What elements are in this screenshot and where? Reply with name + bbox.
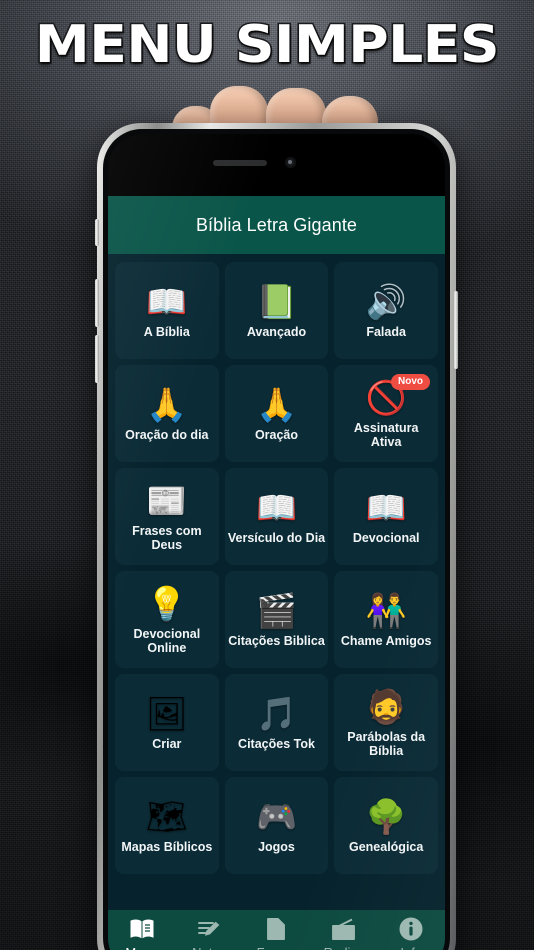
menu-tile-chame-amigos[interactable]: 👫 Chame Amigos [334,571,438,668]
note-edit-icon [196,916,222,942]
menu-tile-ora-o[interactable]: 🙏 Oração [224,365,329,462]
menu-tile-label: Chame Amigos [340,634,432,648]
new-badge: Novo [390,374,430,390]
menu-tile-criar[interactable]: 🖼 Criar [115,674,219,771]
menu-tile-label: Devocional [352,531,420,545]
green-book-icon: 📗 [255,283,298,320]
folded-hands-icon: 🙏 [255,386,298,423]
menu-tile-label: Frases com Deus [132,524,202,552]
family-tree-book-icon: 🌳 [365,798,407,835]
menu-tile-label: Criar [152,737,182,751]
menu-tile-falada[interactable]: 🔊 Falada [334,262,438,359]
menu-tile-label: Falada [366,325,406,339]
menu-tile-label: Citações Biblica [228,634,325,648]
menu-tile-assinatura-ativa[interactable]: Novo 🚫 Assinatura Ativa [334,365,438,462]
bottom-navigation: Menu Notas Frases Radios Info [108,910,445,950]
praying-person-icon: 🙏 [146,386,188,423]
devotional-book-icon: 📖 [365,489,407,526]
menu-tile-label: Parábolas da Bíblia [347,730,426,758]
book-lightbulb-icon: 💡 [146,585,188,622]
menu-tile-label: Genealógica [348,840,424,854]
front-camera-icon [284,157,296,168]
menu-tile-label: Mapas Bíblicos [121,840,213,854]
create-image-icon: 🖼 [145,695,188,732]
app-content: Bíblia Letra Gigante 📖 A Bíblia 📗 Avançado 🔊… [108,196,445,950]
jesus-icon: 🧔 [365,688,407,725]
menu-tile-label: Oração do dia [125,428,209,442]
phone-bezel: Bíblia Letra Gigante 📖 A Bíblia 📗 Avançado 🔊… [103,129,450,950]
menu-tile-label: Jogos [258,840,295,854]
menu-tile-label: Citações Tok [238,737,315,751]
nav-item-info[interactable]: Info [378,916,444,950]
menu-tile-cita-es-biblica[interactable]: 🎬 Citações Biblica [224,571,329,668]
menu-tile-mapas-b-blicos[interactable]: 🗺 Mapas Bíblicos [115,777,219,874]
menu-tile-label: Devocional Online [133,627,201,655]
menu-tile-jogos[interactable]: 🎮 Jogos [224,777,329,874]
nav-item-radios[interactable]: Radios [311,916,377,950]
menu-tile-par-bolas-da-b-blia[interactable]: 🧔 Parábolas da Bíblia [334,674,438,771]
menu-tile-ora-o-do-dia[interactable]: 🙏 Oração do dia [115,365,219,462]
menu-tile-label: Versículo do Dia [227,531,326,545]
map-pin-icon: 🗺 [145,798,188,835]
mute-switch[interactable] [95,219,99,246]
menu-tile-frases-com-deus[interactable]: 📰 Frases com Deus [115,468,219,565]
menu-tile-label: A Bíblia [143,325,190,339]
nav-item-label: Info [400,945,422,950]
earpiece-speaker-icon [212,160,267,166]
app-title: Bíblia Letra Gigante [195,214,358,235]
info-icon [399,916,423,942]
menu-tile-vers-culo-do-dia[interactable]: 📖 Versículo do Dia [224,468,329,565]
nav-item-label: Notas [192,945,226,950]
radio-icon [331,916,357,942]
speaker-loud-icon: 🔊 [365,283,407,320]
two-friends-icon: 👫 [365,592,407,629]
gamepad-icon: 🎮 [255,798,298,835]
nav-item-label: Frases [257,945,297,950]
nav-item-menu[interactable]: Menu [109,916,175,950]
document-icon [265,916,287,942]
phone-notch [108,134,445,196]
tiktok-icon: 🎵 [255,695,298,732]
menu-tile-avan-ado[interactable]: 📗 Avançado [224,262,329,359]
menu-tile-a-b-blia[interactable]: 📖 A Bíblia [115,262,219,359]
menu-tile-devocional-online[interactable]: 💡 Devocional Online [115,571,219,668]
menu-tile-cita-es-tok[interactable]: 🎵 Citações Tok [224,674,329,771]
nav-item-notas[interactable]: Notas [176,916,242,950]
menu-tile-label: Oração [254,428,299,442]
nav-item-label: Radios [324,945,364,950]
power-button[interactable] [454,291,458,369]
news-feed-icon: 📰 [146,482,188,519]
app-bar: Bíblia Letra Gigante [108,196,445,254]
promo-headline: MENU SIMPLES [33,15,501,75]
nav-item-label: Menu [125,945,158,950]
menu-tile-devocional[interactable]: 📖 Devocional [334,468,438,565]
volume-up-button[interactable] [95,279,99,327]
menu-tile-geneal-gica[interactable]: 🌳 Genealógica [334,777,438,874]
phone-mockup: Bíblia Letra Gigante 📖 A Bíblia 📗 Avançado 🔊… [95,123,458,950]
book-icon [129,916,155,942]
menu-tile-label: Avançado [246,325,307,339]
volume-down-button[interactable] [95,335,99,383]
sparkling-book-icon: 📖 [255,489,298,526]
menu-tile-label: Assinatura Ativa [353,421,419,449]
menu-grid: 📖 A Bíblia 📗 Avançado 🔊 Falada 🙏 Oração do dia 🙏… [115,262,438,874]
video-quotes-icon: 🎬 [255,592,298,629]
nav-item-frases[interactable]: Frases [243,916,309,950]
menu-scroll-area[interactable]: 📖 A Bíblia 📗 Avançado 🔊 Falada 🙏 Oração do dia 🙏… [108,254,445,910]
phone-screen: Bíblia Letra Gigante 📖 A Bíblia 📗 Avançado 🔊… [108,134,445,950]
open-bible-icon: 📖 [146,283,188,320]
screenshot-root: MENU SIMPLES Bíblia Letra Gigante 📖 A Bí… [0,0,534,950]
